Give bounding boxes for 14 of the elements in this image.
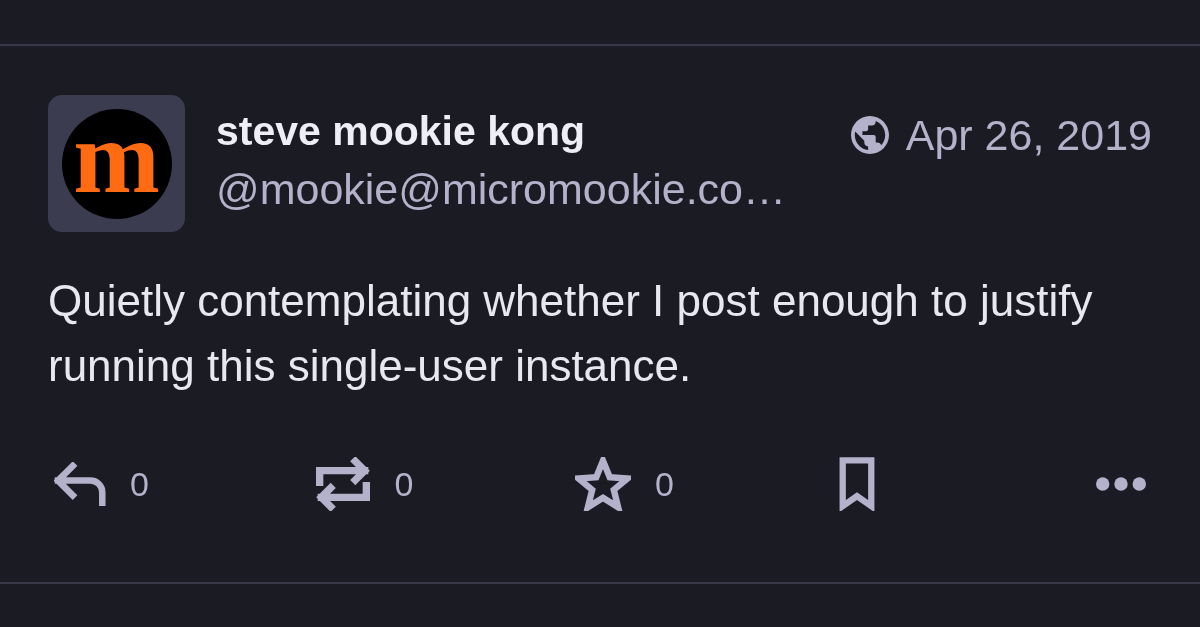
- globe-icon: [850, 116, 889, 154]
- post-date-link[interactable]: Apr 26, 2019: [905, 109, 1152, 161]
- reply-arrow-icon: [54, 462, 106, 506]
- star-icon: [575, 457, 631, 511]
- favourite-button[interactable]: 0: [569, 453, 830, 515]
- post-text: Quietly contemplating whether I post enough to justify running this single-user instance.: [48, 275, 1094, 392]
- avatar[interactable]: m: [48, 95, 185, 232]
- account-handle: @mookie@micromookie.co…: [216, 164, 786, 215]
- avatar-logo: m: [61, 108, 172, 219]
- reply-button[interactable]: 0: [48, 458, 309, 510]
- display-name[interactable]: steve mookie kong: [216, 105, 586, 157]
- more-dots-icon: [1096, 477, 1146, 491]
- boost-button[interactable]: 0: [308, 453, 569, 515]
- repeat-arrows-icon: [314, 457, 371, 511]
